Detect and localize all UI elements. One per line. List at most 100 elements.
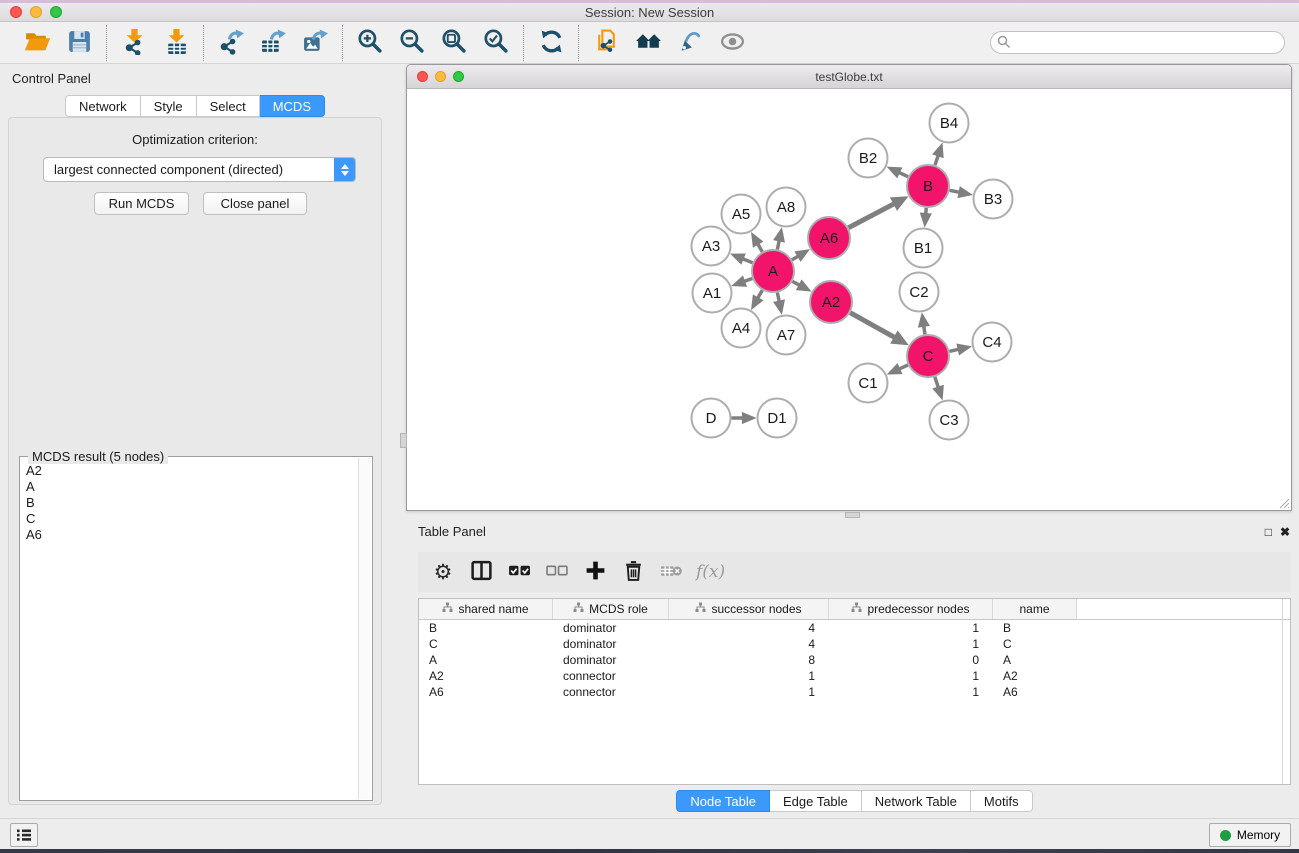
node-B4[interactable]: B4	[930, 104, 969, 143]
edge-C-C4[interactable]	[949, 344, 971, 356]
node-C[interactable]: C	[907, 335, 949, 377]
close-window-button[interactable]	[10, 6, 22, 18]
export-table-button[interactable]	[255, 26, 291, 60]
edge-C-C3[interactable]	[932, 377, 944, 401]
run-mcds-button[interactable]: Run MCDS	[94, 192, 189, 215]
edge-A-A7[interactable]	[773, 293, 785, 315]
column-header-shared-name[interactable]: shared name	[419, 599, 553, 619]
resize-grip[interactable]	[1278, 497, 1290, 509]
table-row[interactable]: Bdominator41B	[419, 620, 1290, 636]
node-D[interactable]: D	[692, 399, 731, 438]
column-header-predecessor-nodes[interactable]: predecessor nodes	[829, 599, 993, 619]
node-A5[interactable]: A5	[722, 195, 761, 234]
edge-A-A8[interactable]	[773, 227, 785, 249]
node-A3[interactable]: A3	[692, 227, 731, 266]
function-builder-button[interactable]: f(x)	[692, 562, 725, 582]
network-minimize-button[interactable]	[435, 71, 446, 82]
table-row[interactable]: Cdominator41C	[419, 636, 1290, 652]
edge-B-B4[interactable]	[932, 142, 944, 165]
node-B2[interactable]: B2	[849, 139, 888, 178]
tab-network[interactable]: Network	[65, 95, 141, 117]
add-row-button[interactable]	[578, 555, 612, 589]
mcds-result-item[interactable]: A6	[20, 527, 358, 543]
network-close-button[interactable]	[417, 71, 428, 82]
delete-row-button[interactable]	[616, 555, 650, 589]
import-table-button[interactable]	[158, 26, 194, 60]
tab-node-table[interactable]: Node Table	[676, 790, 770, 812]
node-B1[interactable]: B1	[904, 229, 943, 268]
node-C3[interactable]: C3	[930, 401, 969, 440]
node-C4[interactable]: C4	[973, 323, 1012, 362]
columns-button[interactable]	[464, 555, 498, 589]
edge-A-A4[interactable]	[751, 290, 763, 310]
home-button[interactable]	[630, 26, 666, 60]
edge-B-B3[interactable]	[950, 186, 973, 198]
edge-A2-C[interactable]	[850, 313, 909, 346]
export-network-button[interactable]	[213, 26, 249, 60]
tab-edge-table[interactable]: Edge Table	[770, 790, 862, 812]
node-A4[interactable]: A4	[722, 309, 761, 348]
node-D1[interactable]: D1	[758, 399, 797, 438]
select-all-checks-button[interactable]	[502, 555, 536, 589]
edge-A-A1[interactable]	[731, 275, 752, 286]
tab-style[interactable]: Style	[141, 95, 197, 117]
deselect-all-checks-button[interactable]	[540, 555, 574, 589]
mcds-result-item[interactable]: A	[20, 479, 358, 495]
mcds-result-item[interactable]: B	[20, 495, 358, 511]
edge-A-A6[interactable]	[792, 249, 810, 262]
result-scrollbar[interactable]	[358, 458, 371, 799]
settings-button[interactable]: ⚙	[426, 555, 460, 589]
zoom-selected-button[interactable]	[478, 26, 514, 60]
refresh-button[interactable]	[533, 26, 569, 60]
table-float-panel-icon[interactable]: □	[1265, 525, 1272, 539]
mcds-result-item[interactable]: A2	[20, 463, 358, 479]
task-history-button[interactable]	[10, 823, 38, 847]
import-network-button[interactable]	[116, 26, 152, 60]
edge-C-C2[interactable]	[918, 312, 930, 334]
edge-A6-B[interactable]	[848, 196, 908, 228]
tab-network-table[interactable]: Network Table	[862, 790, 971, 812]
table-row[interactable]: Adominator80A	[419, 652, 1290, 668]
network-canvas[interactable]: AA1A2A3A4A5A6A7A8BB1B2B3B4CC1C2C3C4DD1	[407, 89, 1291, 510]
zoom-out-button[interactable]	[394, 26, 430, 60]
zoom-window-button[interactable]	[50, 6, 62, 18]
close-panel-button[interactable]: Close panel	[203, 192, 307, 215]
node-A6[interactable]: A6	[808, 217, 850, 259]
edge-B-B2[interactable]	[887, 167, 908, 179]
node-A2[interactable]: A2	[810, 281, 852, 323]
column-header-successor-nodes[interactable]: successor nodes	[669, 599, 829, 619]
edge-A-A2[interactable]	[792, 279, 811, 291]
hide-annotations-button[interactable]	[672, 26, 708, 60]
edge-A-A5[interactable]	[751, 232, 763, 252]
edge-D-D1[interactable]	[732, 412, 757, 424]
table-row[interactable]: A2connector11A2	[419, 668, 1290, 684]
memory-button[interactable]: Memory	[1209, 823, 1291, 847]
network-graph[interactable]: AA1A2A3A4A5A6A7A8BB1B2B3B4CC1C2C3C4DD1	[407, 89, 1291, 510]
delete-table-button[interactable]	[654, 555, 688, 589]
save-session-button[interactable]	[61, 26, 97, 60]
open-session-button[interactable]	[19, 26, 55, 60]
tab-select[interactable]: Select	[197, 95, 260, 117]
table-scrollbar[interactable]	[1282, 599, 1283, 784]
minimize-window-button[interactable]	[30, 6, 42, 18]
node-C1[interactable]: C1	[849, 364, 888, 403]
table-row[interactable]: A6connector11A6	[419, 684, 1290, 700]
mcds-result-item[interactable]: C	[20, 511, 358, 527]
network-zoom-button[interactable]	[453, 71, 464, 82]
network-from-file-button[interactable]	[588, 26, 624, 60]
node-B3[interactable]: B3	[974, 180, 1013, 219]
edge-A-A3[interactable]	[730, 253, 753, 264]
criterion-select[interactable]: largest connected component (directed)	[43, 157, 356, 182]
node-A[interactable]: A	[752, 250, 794, 292]
show-graphics-details-button[interactable]	[714, 26, 750, 60]
export-image-button[interactable]	[297, 26, 333, 60]
node-C2[interactable]: C2	[900, 273, 939, 312]
tab-mcds[interactable]: MCDS	[260, 95, 325, 117]
column-header-MCDS-role[interactable]: MCDS role	[553, 599, 669, 619]
node-A8[interactable]: A8	[767, 188, 806, 227]
table-close-panel-icon[interactable]: ✖	[1280, 525, 1290, 539]
zoom-fit-button[interactable]	[436, 26, 472, 60]
edge-B-B1[interactable]	[920, 208, 932, 228]
splitter-grip-vertical[interactable]	[400, 433, 407, 448]
zoom-in-button[interactable]	[352, 26, 388, 60]
